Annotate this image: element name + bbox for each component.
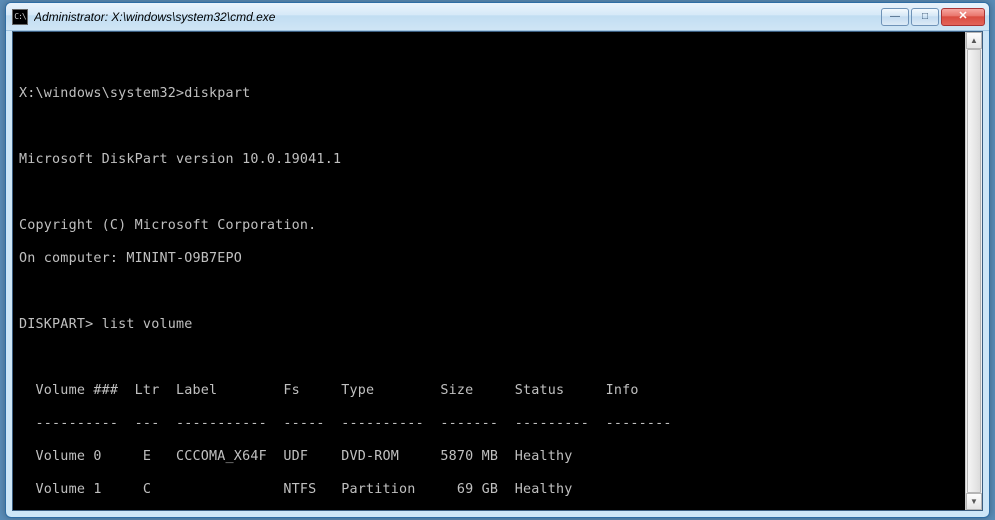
table-row: Volume 1 C NTFS Partition 69 GB Healthy [19,482,959,499]
table-row: Volume 0 E CCCOMA_X64F UDF DVD-ROM 5870 … [19,449,959,466]
maximize-button[interactable]: □ [911,8,939,26]
cmd-icon: C:\ [12,9,28,25]
copyright-line: Copyright (C) Microsoft Corporation. [19,218,959,235]
table-divider: ---------- --- ----------- ----- -------… [19,416,959,433]
scroll-down-button[interactable]: ▼ [966,493,982,510]
scroll-up-button[interactable]: ▲ [966,32,982,49]
minimize-button[interactable]: — [881,8,909,26]
scroll-track[interactable] [966,49,982,493]
prompt: X:\windows\system32> [19,86,184,101]
diskpart-prompt: DISKPART> [19,317,93,332]
vertical-scrollbar[interactable]: ▲ ▼ [965,32,982,510]
cmd-list-volume: list volume [102,317,193,332]
cmd-window: C:\ Administrator: X:\windows\system32\c… [5,2,990,518]
diskpart-version: Microsoft DiskPart version 10.0.19041.1 [19,152,959,169]
window-controls: — □ ✕ [881,8,985,26]
table-header: Volume ### Ltr Label Fs Type Size Status… [19,383,959,400]
close-icon: ✕ [958,11,967,22]
on-computer-line: On computer: MININT-O9B7EPO [19,251,959,268]
cmd-diskpart: diskpart [184,86,250,101]
client-area: X:\windows\system32>diskpart Microsoft D… [12,31,983,511]
titlebar[interactable]: C:\ Administrator: X:\windows\system32\c… [6,3,989,31]
terminal-output[interactable]: X:\windows\system32>diskpart Microsoft D… [13,32,965,510]
window-title: Administrator: X:\windows\system32\cmd.e… [34,10,881,24]
maximize-icon: □ [922,12,928,22]
minimize-icon: — [890,12,900,22]
close-button[interactable]: ✕ [941,8,985,26]
scroll-thumb[interactable] [967,49,981,493]
